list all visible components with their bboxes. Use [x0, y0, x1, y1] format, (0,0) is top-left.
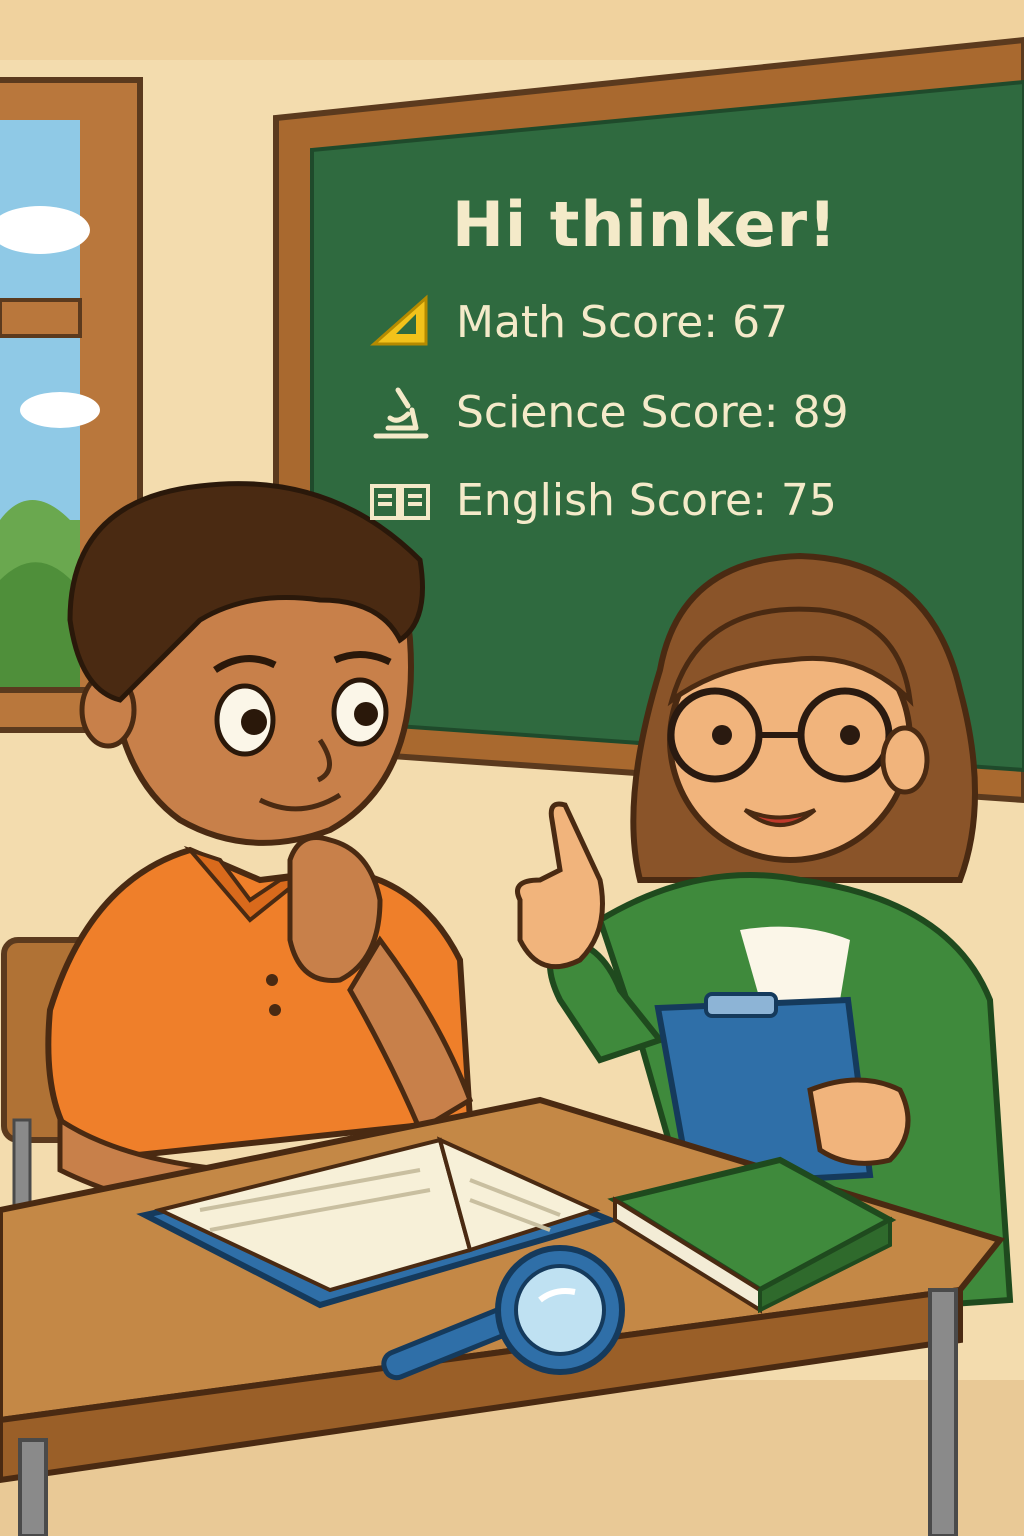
ruler-triangle-icon	[368, 294, 440, 350]
science-score-label: Science Score: 89	[456, 386, 849, 438]
open-book-icon	[368, 472, 440, 528]
english-score-row: English Score: 75	[368, 470, 837, 530]
microscope-icon	[368, 384, 440, 440]
math-score-label: Math Score: 67	[456, 296, 789, 348]
english-score-label: English Score: 75	[456, 474, 837, 526]
science-score-row: Science Score: 89	[368, 382, 849, 442]
classroom-scene: Hi thinker! Math Score: 67 Science Score…	[0, 0, 1024, 1536]
math-score-row: Math Score: 67	[368, 292, 788, 352]
chalkboard-greeting: Hi thinker!	[452, 188, 838, 261]
